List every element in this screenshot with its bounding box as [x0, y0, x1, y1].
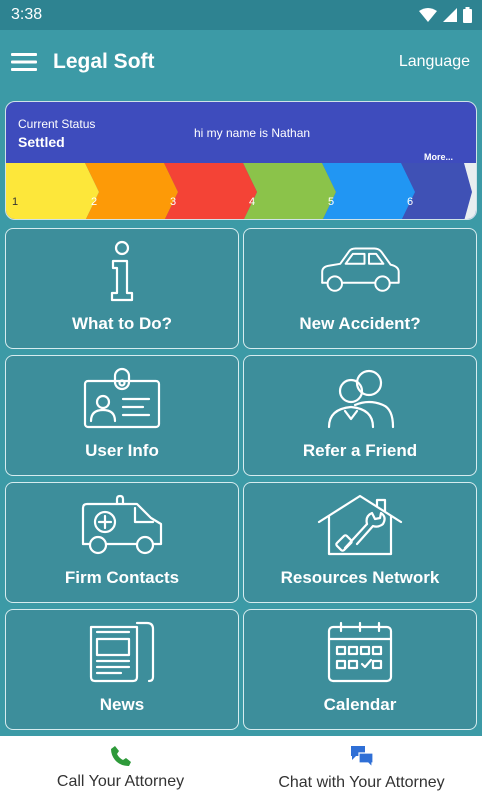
phone-icon	[110, 746, 131, 766]
menu-grid: What to Do? New Accident? User Info Refe…	[5, 228, 477, 730]
call-attorney-label: Call Your Attorney	[56, 773, 185, 790]
chat-attorney-button[interactable]: Chat with Your Attorney	[241, 736, 482, 800]
tile-label: Firm Contacts	[64, 568, 180, 587]
status-label: Current Status	[18, 117, 96, 131]
status-step-4	[243, 163, 336, 219]
system-status-bar: 3:38	[0, 0, 482, 30]
call-attorney-button[interactable]: Call Your Attorney	[0, 736, 241, 800]
tile-label: Refer a Friend	[302, 441, 418, 460]
status-step-5	[322, 163, 415, 219]
status-step-2	[85, 163, 178, 219]
chat-bubbles-icon	[350, 746, 374, 768]
status-value: Settled	[18, 134, 65, 150]
status-step-number: 2	[91, 196, 97, 208]
tile-label: Resources Network	[280, 568, 440, 587]
ambulance-icon	[81, 494, 163, 555]
hamburger-icon	[11, 52, 37, 71]
tile-label: User Info	[85, 441, 159, 460]
refer-friend-tile[interactable]: Refer a Friend	[243, 355, 477, 476]
firm-contacts-tile[interactable]: Firm Contacts	[5, 482, 239, 603]
user-info-tile[interactable]: User Info	[5, 355, 239, 476]
status-progress-steps: 1 2 3 4 5 6	[6, 163, 476, 219]
tile-label: News	[99, 695, 145, 714]
tile-label: Calendar	[323, 695, 397, 714]
case-status-card[interactable]: Current Status Settled hi my name is Nat…	[5, 101, 477, 220]
status-icons	[419, 7, 472, 23]
status-step-1	[6, 163, 99, 219]
status-step-number: 3	[170, 196, 176, 208]
calendar-tile[interactable]: Calendar	[243, 609, 477, 730]
calendar-icon	[327, 621, 393, 683]
news-tile[interactable]: News	[5, 609, 239, 730]
info-icon	[110, 240, 134, 302]
status-step-number: 6	[407, 196, 413, 208]
newspaper-icon	[89, 621, 155, 683]
wifi-icon	[419, 8, 437, 22]
car-icon	[321, 247, 400, 292]
signal-icon	[443, 8, 457, 22]
menu-button[interactable]	[0, 30, 52, 93]
tile-label: What to Do?	[71, 314, 173, 333]
greeting-text: hi my name is Nathan	[194, 126, 311, 140]
house-tools-icon	[317, 494, 403, 556]
status-step-number: 4	[249, 196, 255, 208]
more-link[interactable]: More...	[424, 152, 453, 162]
status-step-number: 5	[328, 196, 334, 208]
app-title: Legal Soft	[53, 49, 155, 73]
bottom-action-bar: Call Your Attorney Chat with Your Attorn…	[0, 736, 482, 800]
what-to-do-tile[interactable]: What to Do?	[5, 228, 239, 349]
app-bar: Legal Soft Language	[0, 30, 482, 93]
status-step-number: 1	[12, 196, 18, 208]
id-badge-icon	[83, 367, 161, 429]
language-button[interactable]: Language	[399, 53, 470, 71]
tile-label: New Accident?	[299, 314, 421, 333]
clock: 3:38	[11, 6, 43, 23]
status-step-3	[164, 163, 257, 219]
resources-network-tile[interactable]: Resources Network	[243, 482, 477, 603]
people-icon	[327, 369, 395, 429]
battery-icon	[463, 7, 472, 23]
new-accident-tile[interactable]: New Accident?	[243, 228, 477, 349]
chat-attorney-label: Chat with Your Attorney	[278, 774, 445, 791]
